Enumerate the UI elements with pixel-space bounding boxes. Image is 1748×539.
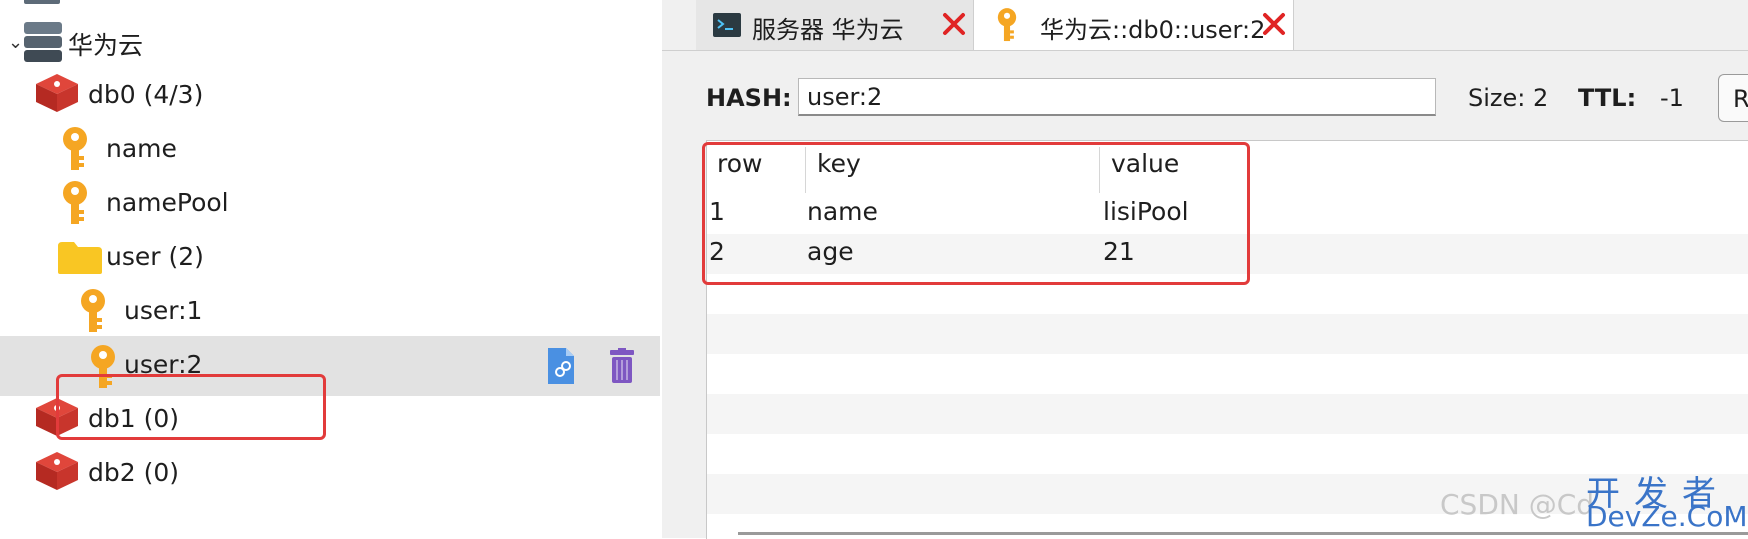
terminal-icon [713,13,741,37]
ttl-label: TTL: [1578,84,1637,112]
key-icon [81,289,105,332]
tree-item-db0[interactable]: db0 (4/3) [0,66,660,126]
tree-item-server[interactable]: ⌄ 华为云 [0,12,660,72]
server-label: 华为云 [68,31,144,60]
db2-label: db2 (0) [88,458,180,487]
table-row-stripe [707,394,1748,434]
tab-bar: 服务器 华为云 华为云::db0::user:2 [662,0,1748,51]
close-icon[interactable] [1260,10,1288,38]
key-label: namePool [106,188,229,217]
annotation-box-selected-key [56,374,326,440]
redis-db-icon [36,452,78,490]
table-row-stripe [707,314,1748,354]
watermark-devze-en: DevZe.CoM [1586,500,1748,533]
server-icon-partial [24,0,60,4]
delete-icon[interactable] [608,348,636,384]
key-label: user:1 [124,296,203,325]
tab-label: 服务器 华为云 [752,16,904,44]
folder-label: user (2) [106,242,204,271]
key-label: name [106,134,177,163]
rename-button[interactable]: R [1718,74,1748,122]
ttl-value: -1 [1660,84,1684,112]
tree-item-key-user1[interactable]: user:1 [0,282,660,342]
copy-key-icon[interactable] [544,346,578,386]
rename-button-label: R [1733,85,1748,113]
tab-server-console[interactable]: 服务器 华为云 [696,0,974,50]
key-icon [997,8,1017,42]
tab-key-user2[interactable]: 华为云::db0::user:2 [974,0,1294,50]
connection-tree: ⌄ 华为云 db0 (4/3) name namePool user (2) u… [0,0,660,538]
redis-db-icon [36,74,78,112]
tree-item-folder-user[interactable]: user (2) [0,228,660,288]
key-icon [63,127,87,170]
tree-item-key-namepool[interactable]: namePool [0,174,660,234]
annotation-box-table [702,142,1250,285]
tree-item-db2[interactable]: db2 (0) [0,444,660,504]
chevron-down-icon[interactable]: ⌄ [8,32,23,53]
tree-item-key-name[interactable]: name [0,120,660,180]
size-text: Size: 2 [1468,84,1549,112]
key-name-input[interactable] [798,78,1436,116]
tab-label: 华为云::db0::user:2 [1040,16,1266,44]
watermark-csdn: CSDN @Cd [1440,488,1595,521]
close-icon[interactable] [940,10,968,38]
folder-icon [58,242,102,274]
server-icon [24,22,62,62]
key-type-label: HASH: [706,84,792,112]
db0-label: db0 (4/3) [88,80,204,109]
key-icon [63,181,87,224]
